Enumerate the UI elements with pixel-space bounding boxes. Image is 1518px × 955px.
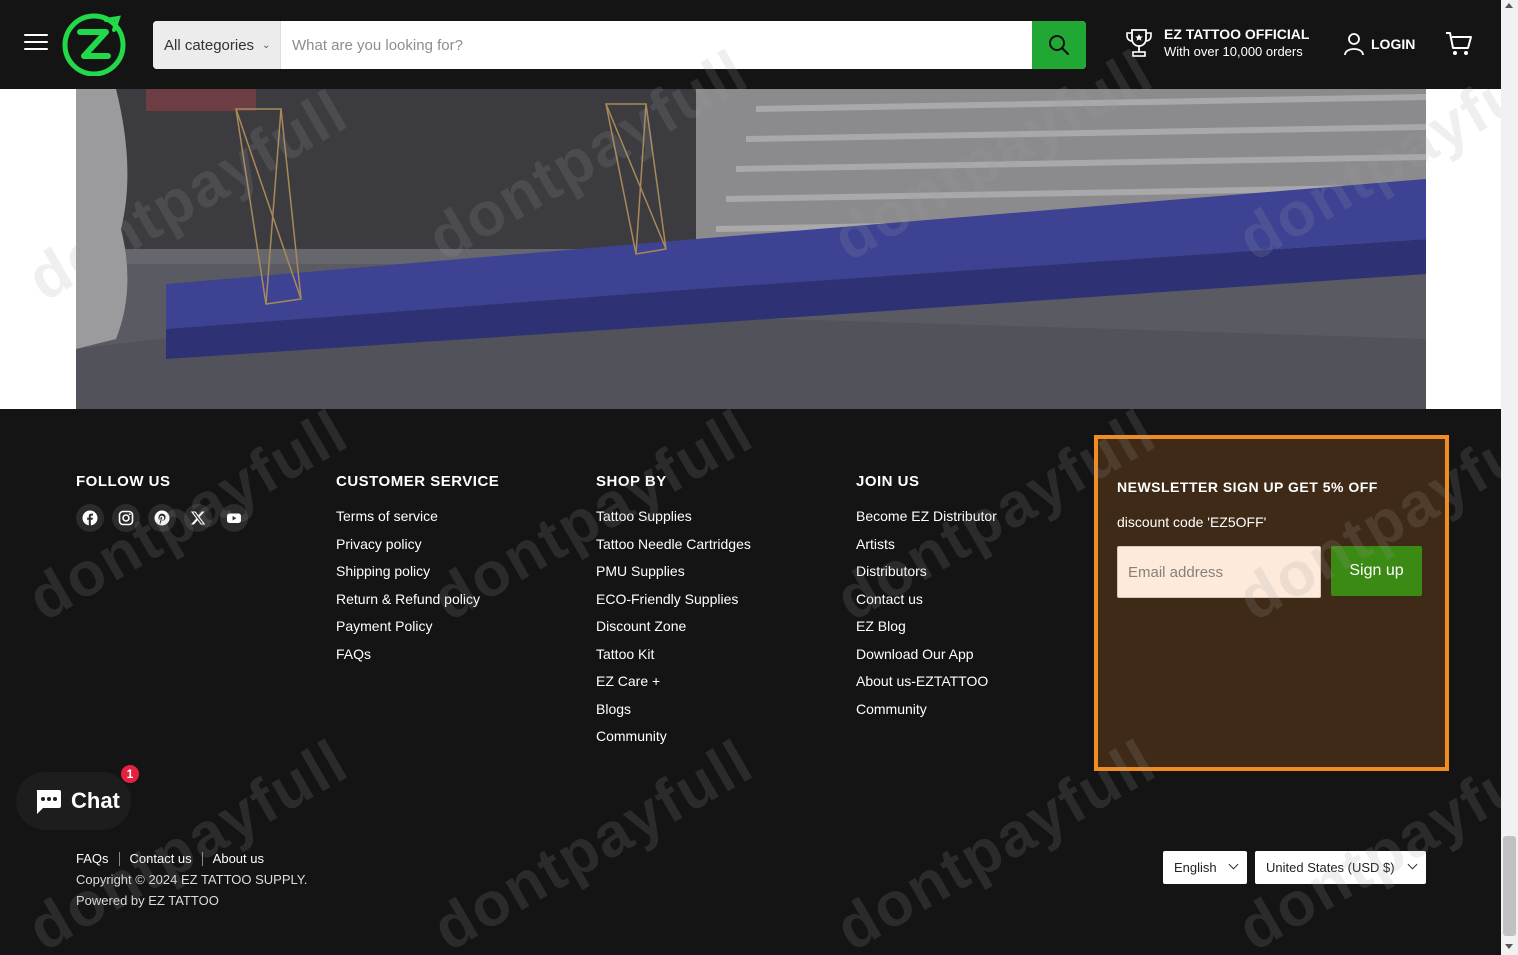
search-button[interactable] [1032,21,1086,69]
footer-link-needle-cartridges[interactable]: Tattoo Needle Cartridges [596,536,751,564]
social-links [76,504,248,532]
newsletter-description: discount code 'EZ5OFF' [1117,514,1267,530]
footer-link-artists[interactable]: Artists [856,536,997,564]
footer-link-community[interactable]: Community [596,728,751,756]
footer-link-tattoo-kit[interactable]: Tattoo Kit [596,646,751,674]
cart-button[interactable] [1445,31,1473,62]
footer-link-eco-friendly[interactable]: ECO-Friendly Supplies [596,591,751,619]
join-us-links: Become EZ Distributor Artists Distributo… [856,508,997,728]
scrollbar-thumb[interactable] [1503,836,1516,936]
newsletter-email-input[interactable] [1117,546,1321,598]
chat-label: Chat [71,788,120,813]
newsletter-signup-button[interactable]: Sign up [1331,546,1422,596]
chevron-down-icon [1228,859,1239,870]
chat-notification-badge: 1 [119,763,141,785]
footer-bottom-links: FAQs Contact us About us [76,851,264,866]
footer-link-distributors[interactable]: Distributors [856,563,997,591]
chat-bubble-icon [36,790,61,814]
chevron-down-icon: ⌄ [262,39,271,51]
footer-link-discount-zone[interactable]: Discount Zone [596,618,751,646]
bottom-link-contact[interactable]: Contact us [130,851,192,866]
copyright-text: Copyright © 2024 EZ TATTOO SUPPLY. [76,872,308,887]
official-title: EZ TATTOO OFFICIAL [1164,26,1310,42]
divider [201,851,203,866]
facebook-icon[interactable] [76,504,104,532]
customer-service-title: CUSTOMER SERVICE [336,473,500,490]
shop-by-links: Tattoo Supplies Tattoo Needle Cartridges… [596,508,751,756]
scroll-up-arrow-icon[interactable] [1505,3,1513,8]
currency-select-value: United States (USD $) [1266,860,1395,875]
newsletter-box: NEWSLETTER SIGN UP GET 5% OFF discount c… [1094,435,1449,771]
follow-us-title: FOLLOW US [76,473,171,490]
footer-link-shipping[interactable]: Shipping policy [336,563,480,591]
footer-link-join-community[interactable]: Community [856,701,997,729]
customer-service-links: Terms of service Privacy policy Shipping… [336,508,480,673]
ez-tattoo-logo[interactable] [62,12,128,77]
join-us-title: JOIN US [856,473,920,490]
login-link[interactable]: LOGIN [1343,32,1415,56]
user-icon [1344,33,1364,56]
scroll-down-arrow-icon[interactable] [1505,944,1513,949]
hamburger-menu-icon[interactable] [24,34,48,54]
pinterest-icon[interactable] [148,504,176,532]
footer-link-tattoo-supplies[interactable]: Tattoo Supplies [596,508,751,536]
search-icon [1049,35,1070,56]
footer-link-become-distributor[interactable]: Become EZ Distributor [856,508,997,536]
x-icon[interactable] [184,504,212,532]
site-header: All categories ⌄ EZ TATTOO OFFICIAL With… [0,0,1501,89]
category-select[interactable]: All categories ⌄ [153,21,281,69]
footer-link-contact-us[interactable]: Contact us [856,591,997,619]
official-subtitle: With over 10,000 orders [1164,44,1303,59]
footer-link-faqs[interactable]: FAQs [336,646,480,674]
shop-by-title: SHOP BY [596,473,667,490]
divider [118,851,120,866]
footer-link-ez-care[interactable]: EZ Care + [596,673,751,701]
footer-link-about-us[interactable]: About us-EZTATTOO [856,673,997,701]
instagram-icon[interactable] [112,504,140,532]
footer-link-pmu-supplies[interactable]: PMU Supplies [596,563,751,591]
powered-by-text: Powered by EZ TATTOO [76,893,219,908]
footer-link-payment[interactable]: Payment Policy [336,618,480,646]
footer-link-download-app[interactable]: Download Our App [856,646,997,674]
footer-link-privacy[interactable]: Privacy policy [336,536,480,564]
youtube-icon[interactable] [220,504,248,532]
newsletter-title: NEWSLETTER SIGN UP GET 5% OFF [1117,479,1378,495]
currency-select[interactable]: United States (USD $) [1255,851,1426,884]
bottom-link-about[interactable]: About us [213,851,264,866]
chat-widget-button[interactable]: Chat [16,772,131,830]
search-bar: All categories ⌄ [153,21,1086,69]
bottom-link-faqs[interactable]: FAQs [76,851,109,866]
official-badge: EZ TATTOO OFFICIAL With over 10,000 orde… [1124,26,1309,59]
hero-image [76,89,1426,409]
language-select[interactable]: English [1163,851,1247,884]
footer-link-blogs[interactable]: Blogs [596,701,751,729]
language-select-value: English [1174,860,1217,875]
site-footer: FOLLOW US CUSTOMER SERVICE Terms of serv… [0,409,1501,955]
page-scrollbar[interactable] [1501,0,1518,955]
trophy-icon [1126,28,1152,57]
cart-icon [1446,32,1472,55]
login-label: LOGIN [1371,36,1416,52]
search-input[interactable] [281,21,1032,69]
category-select-label: All categories [164,36,255,54]
footer-link-return-refund[interactable]: Return & Refund policy [336,591,480,619]
footer-link-terms[interactable]: Terms of service [336,508,480,536]
footer-link-ez-blog[interactable]: EZ Blog [856,618,997,646]
chevron-down-icon [1407,859,1418,870]
